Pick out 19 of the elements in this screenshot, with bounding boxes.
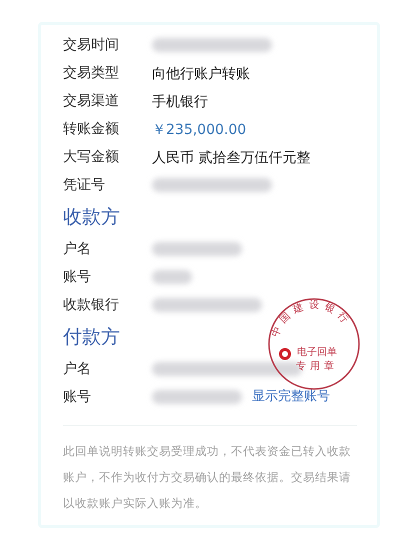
field-label: 交易渠道 xyxy=(63,92,120,110)
field-label: 凭证号 xyxy=(63,176,106,194)
field-label: 转账金额 xyxy=(63,120,120,138)
field-value: 人民币 贰拾叁万伍仟元整 xyxy=(152,150,310,166)
field-label: 收款银行 xyxy=(63,296,120,314)
disclaimer-note: 此回单说明转账交易受理成功，不代表资金已转入收款账户，不作为收付方交易确认的最终依据。交易结果请以收款账户实际入账为准。 xyxy=(63,443,352,512)
field-value: 向他行账户转账 xyxy=(152,66,250,82)
blurred-value xyxy=(152,270,192,284)
section-title: 收款方 xyxy=(63,204,120,230)
field-value: 手机银行 xyxy=(152,94,208,110)
field-label: 大写金额 xyxy=(63,148,120,166)
field-label: 账号 xyxy=(63,388,92,406)
field-label: 交易时间 xyxy=(63,36,120,54)
field-label: 账号 xyxy=(63,268,92,286)
field-label: 户名 xyxy=(63,360,92,378)
field-label: 交易类型 xyxy=(63,64,120,82)
amount-value: ￥235,000.00 xyxy=(152,122,246,138)
field-label: 户名 xyxy=(63,240,92,258)
section-title: 付款方 xyxy=(63,324,120,350)
